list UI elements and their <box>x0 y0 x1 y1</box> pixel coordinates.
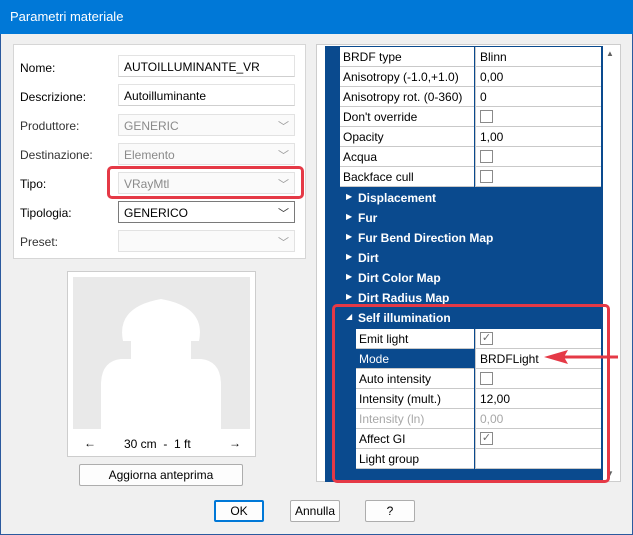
self-illumination-highlight-box <box>332 304 610 483</box>
category-dirt[interactable]: ▶ Dirt <box>340 248 601 268</box>
chevron-down-icon: ﹀ <box>278 150 289 162</box>
category-fur[interactable]: ▶ Fur <box>340 208 601 228</box>
acqua-checkbox[interactable] <box>480 150 493 163</box>
type-label: Tipo: <box>20 177 47 191</box>
prop-row-anisotropy[interactable]: Anisotropy (-1.0,+1.0) 0,00 <box>340 67 601 87</box>
backface-cull-checkbox[interactable] <box>480 170 493 183</box>
expand-arrow-icon: ▶ <box>346 232 353 241</box>
preview-image <box>73 277 250 429</box>
expand-arrow-icon: ▶ <box>346 292 353 301</box>
prop-row-brdf-type[interactable]: BRDF type Blinn <box>340 47 601 67</box>
expand-arrow-icon: ▶ <box>346 252 353 261</box>
typology-select[interactable]: GENERICO ﹀ <box>118 201 295 223</box>
cancel-button[interactable]: Annulla <box>290 500 340 522</box>
expand-arrow-icon: ▶ <box>346 272 353 281</box>
prop-row-backface-cull[interactable]: Backface cull <box>340 167 601 187</box>
ok-button[interactable]: OK <box>214 500 264 522</box>
typology-label: Tipologia: <box>20 206 72 220</box>
expand-arrow-icon: ▶ <box>346 192 353 201</box>
description-label: Descrizione: <box>20 90 87 104</box>
help-button[interactable]: ? <box>365 500 415 522</box>
category-fur-bend-direction-map[interactable]: ▶ Fur Bend Direction Map <box>340 228 601 248</box>
destination-select[interactable]: Elemento ﹀ <box>118 143 295 165</box>
preview-scale-bar: ← 30 cm - 1 ft → <box>74 436 249 453</box>
dont-override-checkbox[interactable] <box>480 110 493 123</box>
type-highlight-box <box>107 166 304 199</box>
update-preview-button[interactable]: Aggiorna anteprima <box>79 464 243 486</box>
scroll-up-icon[interactable]: ▲ <box>606 49 614 58</box>
window-title: Parametri materiale <box>10 9 124 24</box>
scale-text: 30 cm - 1 ft <box>124 437 191 451</box>
name-label: Nome: <box>20 61 56 75</box>
producer-select[interactable]: GENERIC ﹀ <box>118 114 295 136</box>
preset-select[interactable]: ﹀ <box>118 230 295 252</box>
description-input[interactable]: Autoilluminante <box>118 84 295 106</box>
prop-row-acqua[interactable]: Acqua <box>340 147 601 167</box>
name-input[interactable]: AUTOILLUMINANTE_VR <box>118 55 295 77</box>
prop-row-dont-override[interactable]: Don't override <box>340 107 601 127</box>
material-preview: ← 30 cm - 1 ft → <box>67 271 256 457</box>
producer-label: Produttore: <box>20 119 80 133</box>
chevron-down-icon: ﹀ <box>278 208 289 220</box>
expand-arrow-icon: ▶ <box>346 212 353 221</box>
chevron-down-icon: ﹀ <box>278 121 289 133</box>
chevron-down-icon: ﹀ <box>278 237 289 249</box>
prop-row-opacity[interactable]: Opacity 1,00 <box>340 127 601 147</box>
scale-left-arrow-icon: ← <box>84 436 96 450</box>
category-dirt-color-map[interactable]: ▶ Dirt Color Map <box>340 268 601 288</box>
category-displacement[interactable]: ▶ Displacement <box>340 188 601 208</box>
mode-pointer-arrow-icon <box>544 350 618 364</box>
window-titlebar: Parametri materiale <box>0 0 633 34</box>
destination-label: Destinazione: <box>20 148 93 162</box>
prop-row-anisotropy-rot[interactable]: Anisotropy rot. (0-360) 0 <box>340 87 601 107</box>
preview-shape-icon <box>73 277 250 429</box>
scale-right-arrow-icon: → <box>229 436 241 450</box>
preset-label: Preset: <box>20 235 59 249</box>
